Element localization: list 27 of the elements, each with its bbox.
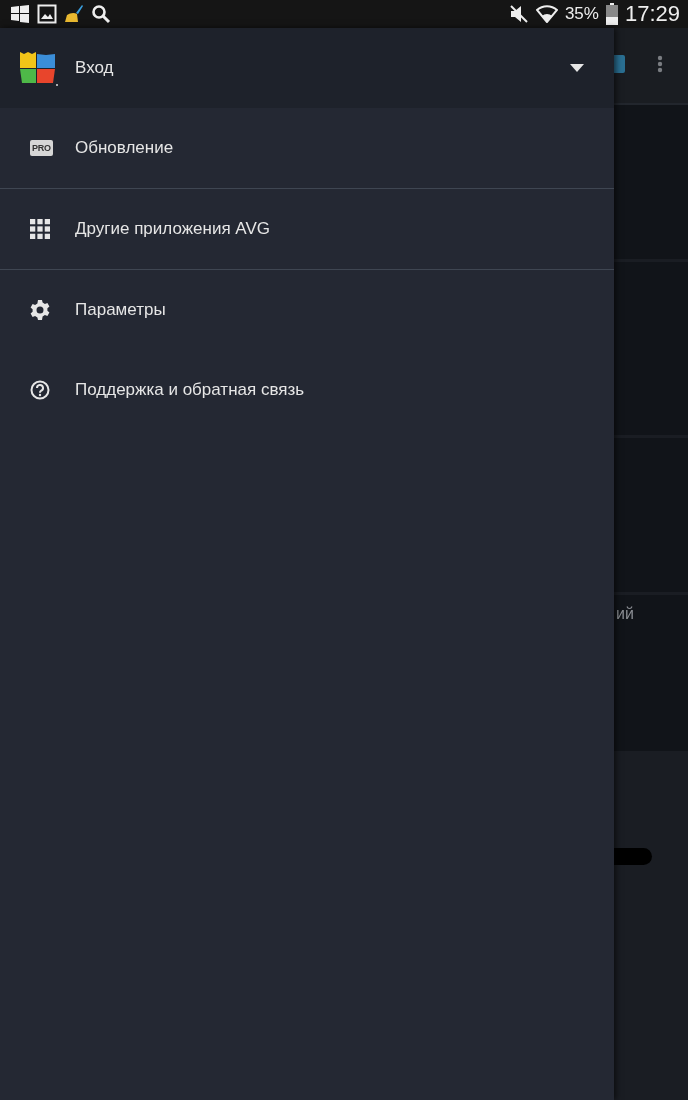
sign-in-label: Вход <box>75 58 115 78</box>
image-icon <box>37 4 57 24</box>
pro-badge: PRO <box>30 140 53 156</box>
drawer-item[interactable]: Параметры <box>0 270 614 350</box>
item-label: Обновление <box>75 138 174 158</box>
card-text: ий <box>616 605 634 622</box>
broom-icon <box>64 4 84 24</box>
wifi-icon <box>535 5 558 23</box>
drawer-item[interactable]: Поддержка и обратная связь <box>0 350 614 430</box>
help-icon <box>30 380 50 400</box>
search-icon <box>91 4 111 24</box>
account-header[interactable]: Вход <box>0 28 614 108</box>
muted-speaker-icon <box>508 4 529 24</box>
item-label: Параметры <box>75 300 166 320</box>
apps-grid-icon <box>30 219 50 239</box>
settings-icon <box>30 300 50 320</box>
window-tiles-icon <box>10 4 30 24</box>
logo-icon <box>18 50 58 86</box>
item-label: Поддержка и обратная связь <box>75 380 305 400</box>
dropdown-caret-icon[interactable] <box>570 64 584 72</box>
drawer-item[interactable]: PRO Обновление <box>0 108 614 189</box>
battery-icon <box>605 3 618 25</box>
overflow-menu-icon[interactable] <box>657 55 663 73</box>
item-label: Другие приложения AVG <box>75 219 270 239</box>
drawer-item[interactable]: Другие приложения AVG <box>0 189 614 270</box>
battery-percent: 35% <box>564 4 599 24</box>
clock: 17:29 <box>624 1 680 27</box>
